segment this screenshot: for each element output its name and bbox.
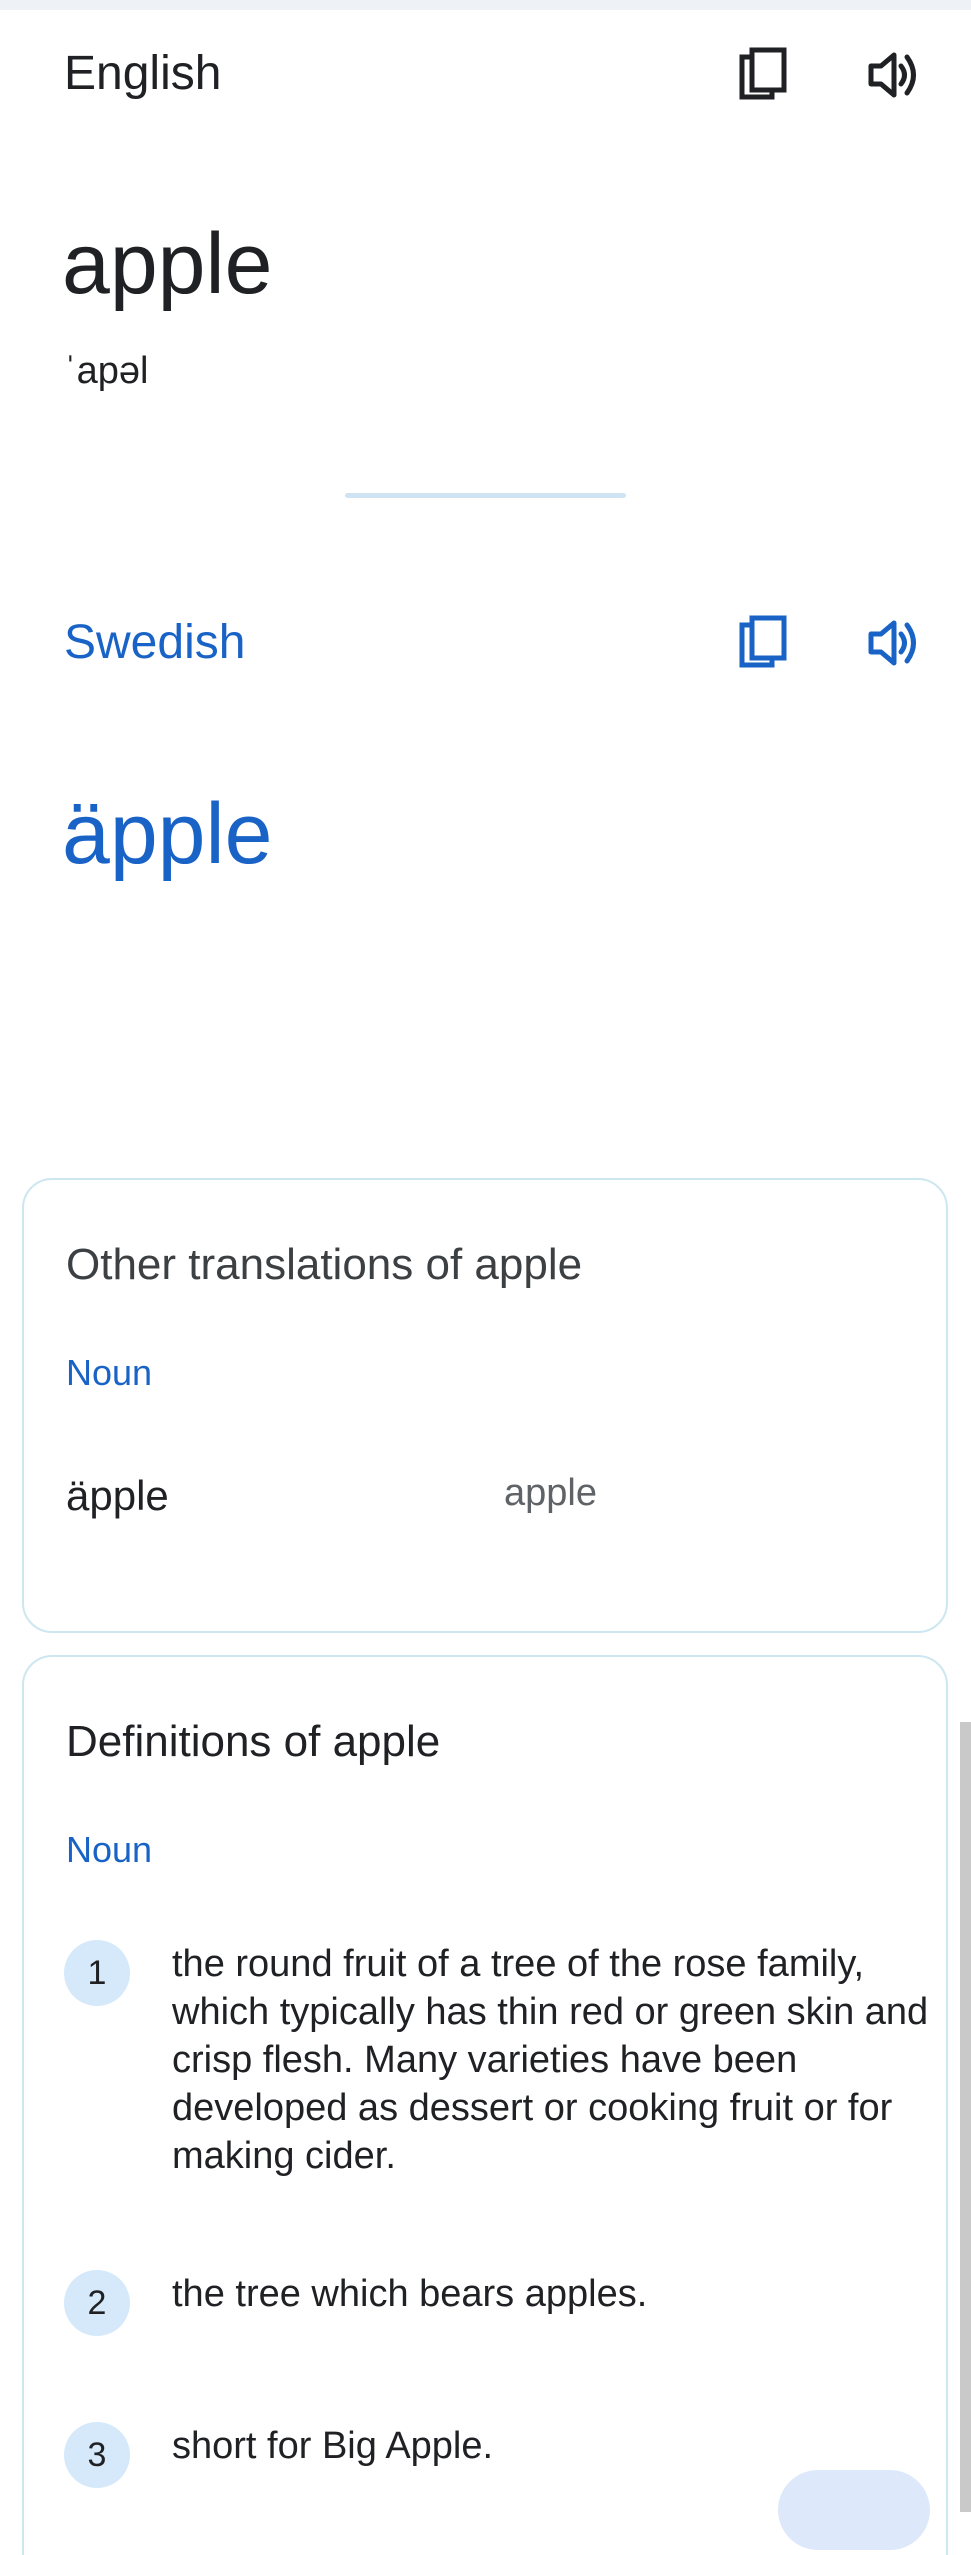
source-phonetic: ˈapəl [64, 350, 149, 392]
definition-number-badge: 2 [64, 2270, 130, 2336]
alternative-translation: äpple [66, 1472, 169, 1519]
speaker-icon[interactable] [860, 608, 930, 678]
definition-text: short for Big Apple. [172, 2425, 494, 2467]
scrollbar[interactable] [960, 1722, 971, 2512]
speaker-icon[interactable] [860, 40, 930, 110]
definitions-title: Definitions of apple [66, 1717, 441, 1766]
definitions-card: Definitions of apple Noun 1 the round fr… [22, 1655, 948, 2555]
panel-divider-handle[interactable] [345, 493, 626, 498]
copy-icon[interactable] [730, 40, 800, 110]
part-of-speech-label: Noun [66, 1352, 153, 1393]
other-translations-card: Other translations of apple Noun äpple a… [22, 1178, 948, 1633]
top-strip [0, 0, 971, 10]
other-translations-title: Other translations of apple [66, 1240, 583, 1289]
translated-word: äpple [62, 786, 273, 882]
definition-number-badge: 3 [64, 2422, 130, 2488]
floating-action-button[interactable] [778, 2470, 930, 2550]
part-of-speech-label: Noun [66, 1829, 153, 1870]
source-word: apple [62, 216, 273, 312]
definition-text: the tree which bears apples. [172, 2273, 648, 2315]
target-language-label: Swedish [64, 616, 246, 669]
back-translation: apple [504, 1472, 597, 1514]
copy-icon[interactable] [730, 608, 800, 678]
definition-text: the round fruit of a tree of the rose fa… [172, 1943, 929, 2177]
source-language-label: English [64, 47, 222, 100]
definition-number-badge: 1 [64, 1940, 130, 2006]
